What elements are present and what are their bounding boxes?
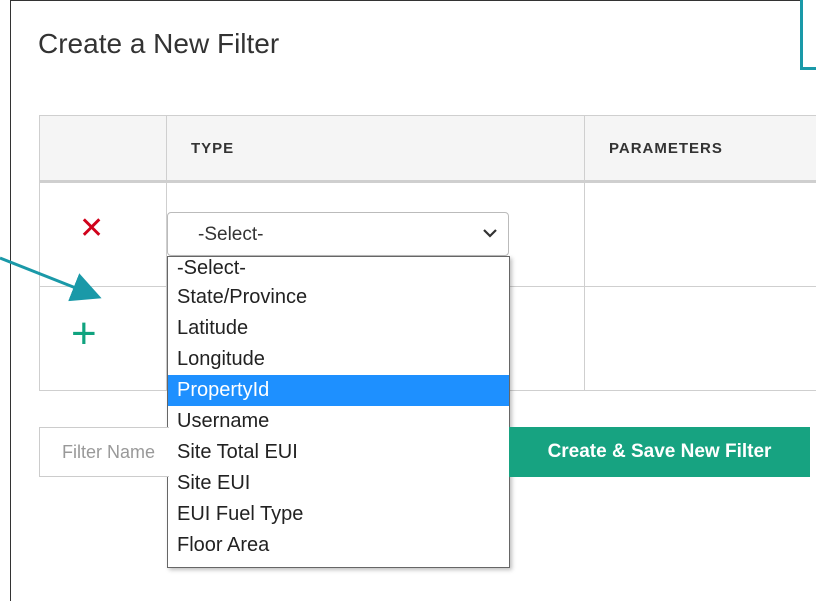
header-type: TYPE: [167, 116, 585, 182]
dropdown-option[interactable]: Longitude: [168, 344, 509, 375]
chevron-down-icon: [482, 225, 498, 241]
parameters-cell-empty: [585, 287, 816, 391]
dropdown-option[interactable]: Site EUI: [168, 468, 509, 499]
header-icon-col: [40, 116, 167, 182]
filter-name-field: [39, 427, 169, 477]
remove-cell: ✕: [40, 182, 167, 287]
dropdown-option[interactable]: Latitude: [168, 313, 509, 344]
create-save-filter-button[interactable]: Create & Save New Filter: [509, 427, 810, 477]
type-select[interactable]: -Select-: [167, 212, 509, 256]
filter-name-input[interactable]: [40, 428, 169, 476]
add-cell: +: [40, 287, 167, 391]
parameters-cell: [585, 182, 816, 287]
dropdown-option[interactable]: -Select-: [168, 257, 509, 282]
page-title: Create a New Filter: [38, 28, 279, 60]
plus-icon[interactable]: +: [71, 314, 165, 354]
type-dropdown-list: -Select- State/Province Latitude Longitu…: [167, 256, 510, 568]
dropdown-option[interactable]: Username: [168, 406, 509, 437]
dropdown-option-highlighted[interactable]: PropertyId: [168, 375, 509, 406]
dropdown-option[interactable]: EUI Fuel Type: [168, 499, 509, 530]
callout-box: [800, 0, 816, 70]
dropdown-option[interactable]: State/Province: [168, 282, 509, 313]
dropdown-option[interactable]: Floor Area: [168, 530, 509, 561]
dropdown-option[interactable]: Site Total EUI: [168, 437, 509, 468]
header-parameters: PARAMETERS: [585, 116, 816, 182]
table-header-row: TYPE PARAMETERS: [40, 116, 816, 182]
close-icon[interactable]: ✕: [79, 214, 165, 244]
type-select-value: -Select-: [198, 224, 263, 246]
